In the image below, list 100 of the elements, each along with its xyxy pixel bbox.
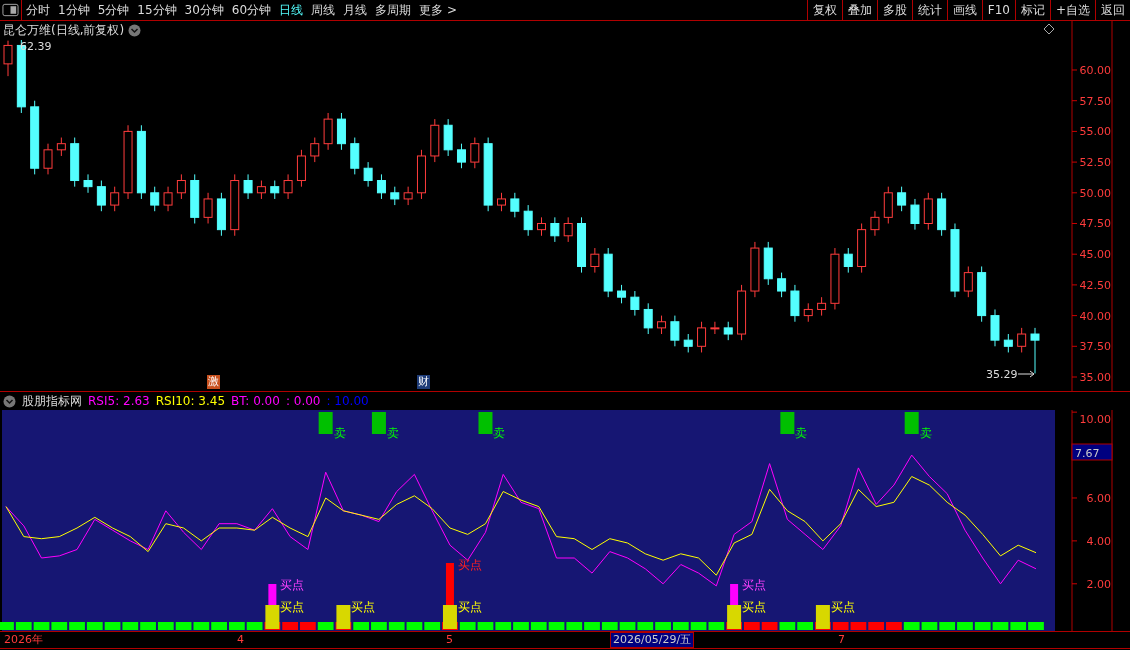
indicator-reading: : 3.45 [190,394,226,408]
candlestick [1003,333,1013,353]
period-tab[interactable]: 30分钟 [180,0,228,20]
candlestick [523,204,533,237]
chart-title: 昆仑万维(日线,前复权) [3,22,125,39]
candlestick [590,247,600,274]
price-tick-label: 55.00 [1079,125,1111,139]
toolbar-button[interactable]: 多股 [876,0,912,20]
indicator-tick-label: 10.00 [1079,413,1111,426]
candlestick [537,216,546,237]
indicator-tick-label: 2.00 [1086,577,1111,591]
dropdown-icon[interactable] [128,24,142,37]
price-tick-label: 50.00 [1079,186,1111,200]
candlestick [643,302,653,335]
price-tick-label: 52.50 [1079,156,1111,170]
price-tick-label: 37.50 [1079,340,1111,354]
candlestick [710,321,720,335]
period-tab[interactable]: 多周期 [371,0,416,20]
candlestick [803,302,813,323]
candlestick [256,180,266,200]
candlestick [763,241,773,286]
diamond-icon[interactable] [1043,23,1055,35]
period-tab[interactable]: 15分钟 [133,0,181,20]
candlestick [657,315,667,335]
candlestick [70,137,80,188]
candlestick [697,321,707,353]
indicator-title: 股朋指标网 [22,392,82,410]
event-tag[interactable]: 财 [417,375,430,389]
toolbar-button[interactable]: 标记 [1014,0,1050,20]
toolbar-button[interactable]: 叠加 [841,0,877,20]
candlestick [310,137,320,163]
period-tab[interactable]: 月线 [339,0,372,20]
sell-signal: 卖 [780,412,808,440]
candlestick [843,247,853,274]
date-label: 7 [837,632,846,648]
candlestick [723,321,733,341]
candlestick [390,186,400,206]
candlestick [563,216,573,243]
candlestick [910,198,920,231]
period-tab[interactable]: 分时 [22,0,54,20]
date-label: 2026年 [3,632,44,648]
candlestick [777,272,787,298]
candlestick [670,315,680,347]
period-tab[interactable]: 60分钟 [227,0,276,20]
toolbar-button[interactable]: 复权 [806,0,842,20]
price-tick-label: 60.00 [1079,64,1111,77]
buy-signal: 买点 [815,600,855,629]
period-tab[interactable]: 日线 [275,0,308,20]
candlestick [350,137,360,175]
price-tick-label: 57.50 [1079,94,1111,108]
candlestick [203,192,213,224]
candlestick [550,216,560,243]
low-arrow-icon [1017,370,1035,378]
candlestick [830,247,840,310]
candlestick [336,112,346,151]
candlestick [376,173,386,200]
price-tick-label: 42.50 [1079,278,1111,292]
toolbar-button[interactable]: F10 [981,0,1015,20]
dropdown-icon[interactable] [3,394,16,408]
candlestick [163,186,173,212]
date-label: 2026/05/29/五 [610,632,695,648]
candlestick [470,137,480,169]
candlestick [870,210,880,237]
indicator-reading: : 0.00 [285,394,321,408]
indicator-reading: BT: 0.00 [231,394,280,408]
toolbar-button[interactable]: 返回 [1095,0,1130,20]
date-label: 4 [236,632,245,648]
candlestick [363,161,373,188]
sell-signal: 卖 [478,412,506,440]
indicator-reading: : 10.00 [326,394,369,408]
candlestick [977,266,987,323]
panel-toggle-icon[interactable] [0,0,22,20]
toolbar-button[interactable]: 统计 [911,0,947,20]
candlestick [603,247,613,298]
candlestick [430,118,440,163]
candlestick [1017,327,1027,353]
toolbar-button[interactable]: +自选 [1049,0,1095,20]
candlestick [283,173,293,200]
candlestick [937,192,947,237]
candlestick [457,143,466,169]
price-tick-label: 47.50 [1079,217,1111,231]
candlestick [403,186,413,206]
candlestick [110,186,120,212]
candlestick [150,186,160,212]
low-price-label: 35.29 [986,368,1018,381]
price-tick-label: 45.00 [1079,248,1111,262]
cursor-value: 7.67 [1075,447,1100,460]
period-tab[interactable]: 5分钟 [93,0,134,20]
period-tab[interactable]: 更多 > [415,0,461,20]
event-tag[interactable]: 激 [207,375,220,389]
candlestick [897,186,907,212]
toolbar-button[interactable]: 画线 [946,0,982,20]
candlestick [43,143,53,175]
price-tick-label: 35.00 [1079,371,1111,384]
period-tab[interactable]: 周线 [307,0,340,20]
candlestick [817,296,827,317]
sell-signal: 卖 [318,412,346,440]
candlestick [790,284,800,323]
period-tab[interactable]: 1分钟 [54,0,94,20]
candlestick [990,308,1000,347]
